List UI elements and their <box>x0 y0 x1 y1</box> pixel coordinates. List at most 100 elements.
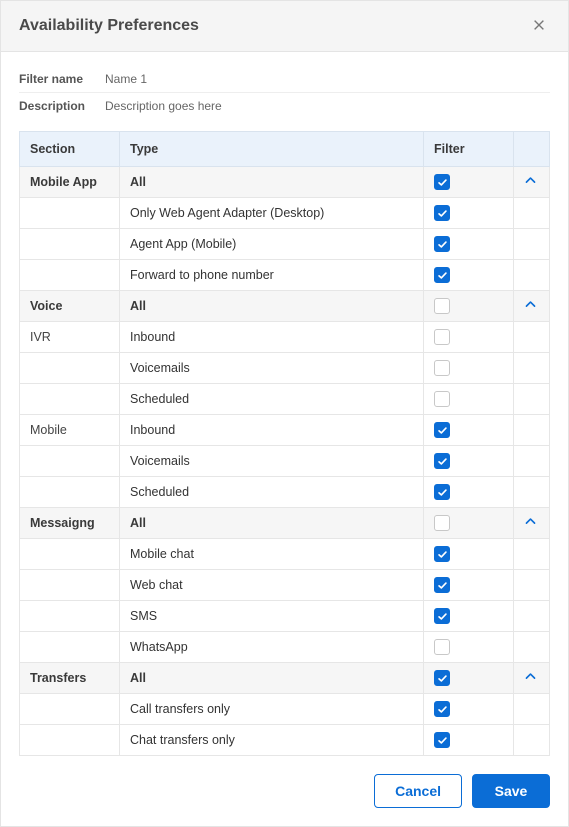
empty-cell <box>514 446 550 477</box>
type-label: WhatsApp <box>120 632 424 663</box>
type-label: Inbound <box>120 415 424 446</box>
section-row: MessaigngAll <box>20 508 550 539</box>
filter-checkbox[interactable] <box>434 608 450 624</box>
filter-checkbox[interactable] <box>434 577 450 593</box>
section-expand-cell <box>514 291 550 322</box>
section-all-label: All <box>120 291 424 322</box>
filter-checkbox[interactable] <box>434 360 450 376</box>
empty-cell <box>514 570 550 601</box>
filter-checkbox[interactable] <box>434 267 450 283</box>
section-all-label: All <box>120 167 424 198</box>
col-section: Section <box>20 132 120 167</box>
empty-cell <box>514 539 550 570</box>
filter-checkbox[interactable] <box>434 484 450 500</box>
filter-cell <box>424 539 514 570</box>
filter-cell <box>424 570 514 601</box>
filter-checkbox[interactable] <box>434 515 450 531</box>
filter-checkbox[interactable] <box>434 422 450 438</box>
section-row: Mobile AppAll <box>20 167 550 198</box>
table-row: Only Web Agent Adapter (Desktop) <box>20 198 550 229</box>
filter-checkbox[interactable] <box>434 205 450 221</box>
filter-checkbox[interactable] <box>434 298 450 314</box>
section-row: TransfersAll <box>20 663 550 694</box>
dialog-title: Availability Preferences <box>19 17 199 35</box>
table-row: SMS <box>20 601 550 632</box>
table-row: Scheduled <box>20 384 550 415</box>
section-expand-cell <box>514 508 550 539</box>
empty-cell <box>514 477 550 508</box>
empty-cell <box>514 229 550 260</box>
sub-section-label <box>20 477 120 508</box>
filter-checkbox[interactable] <box>434 174 450 190</box>
empty-cell <box>514 725 550 756</box>
filter-checkbox[interactable] <box>434 453 450 469</box>
empty-cell <box>514 322 550 353</box>
type-label: Agent App (Mobile) <box>120 229 424 260</box>
filter-name-label: Filter name <box>19 72 105 86</box>
col-type: Type <box>120 132 424 167</box>
cancel-button[interactable]: Cancel <box>374 774 462 808</box>
sub-section-label <box>20 539 120 570</box>
sub-section-label <box>20 353 120 384</box>
type-label: Web chat <box>120 570 424 601</box>
filter-checkbox[interactable] <box>434 670 450 686</box>
sub-section-label <box>20 725 120 756</box>
description-row: Description Description goes here <box>19 93 550 119</box>
filter-checkbox[interactable] <box>434 391 450 407</box>
empty-cell <box>514 632 550 663</box>
section-name: Messaigng <box>20 508 120 539</box>
filter-checkbox[interactable] <box>434 732 450 748</box>
chevron-up-icon[interactable] <box>524 298 537 311</box>
description-label: Description <box>19 99 105 113</box>
sub-section-label <box>20 260 120 291</box>
empty-cell <box>514 198 550 229</box>
type-label: SMS <box>120 601 424 632</box>
filter-checkbox[interactable] <box>434 546 450 562</box>
table-row: Web chat <box>20 570 550 601</box>
sub-section-label: IVR <box>20 322 120 353</box>
empty-cell <box>514 384 550 415</box>
sub-section-label <box>20 446 120 477</box>
filter-checkbox[interactable] <box>434 701 450 717</box>
filter-cell <box>424 446 514 477</box>
sub-section-label <box>20 198 120 229</box>
empty-cell <box>514 415 550 446</box>
preferences-table-wrap: Section Type Filter Mobile AppAllOnly We… <box>1 127 568 756</box>
filter-name-value: Name 1 <box>105 72 147 86</box>
section-filter-cell <box>424 663 514 694</box>
chevron-up-icon[interactable] <box>524 174 537 187</box>
sub-section-label: Mobile <box>20 415 120 446</box>
save-button[interactable]: Save <box>472 774 550 808</box>
table-row: WhatsApp <box>20 632 550 663</box>
table-row: Scheduled <box>20 477 550 508</box>
filter-cell <box>424 477 514 508</box>
filter-cell <box>424 694 514 725</box>
filter-cell <box>424 415 514 446</box>
type-label: Scheduled <box>120 477 424 508</box>
table-row: Agent App (Mobile) <box>20 229 550 260</box>
availability-preferences-dialog: Availability Preferences Filter name Nam… <box>0 0 569 827</box>
section-name: Transfers <box>20 663 120 694</box>
dialog-header: Availability Preferences <box>1 1 568 52</box>
description-value: Description goes here <box>105 99 222 113</box>
section-name: Voice <box>20 291 120 322</box>
section-filter-cell <box>424 167 514 198</box>
filter-checkbox[interactable] <box>434 639 450 655</box>
filter-checkbox[interactable] <box>434 236 450 252</box>
chevron-up-icon[interactable] <box>524 670 537 683</box>
filter-cell <box>424 198 514 229</box>
sub-section-label <box>20 694 120 725</box>
sub-section-label <box>20 229 120 260</box>
chevron-up-icon[interactable] <box>524 515 537 528</box>
filter-cell <box>424 229 514 260</box>
table-header-row: Section Type Filter <box>20 132 550 167</box>
filter-checkbox[interactable] <box>434 329 450 345</box>
empty-cell <box>514 694 550 725</box>
preferences-table: Section Type Filter Mobile AppAllOnly We… <box>19 131 550 756</box>
section-all-label: All <box>120 663 424 694</box>
type-label: Forward to phone number <box>120 260 424 291</box>
filter-name-row: Filter name Name 1 <box>19 66 550 93</box>
empty-cell <box>514 260 550 291</box>
type-label: Mobile chat <box>120 539 424 570</box>
close-icon[interactable] <box>528 15 550 37</box>
